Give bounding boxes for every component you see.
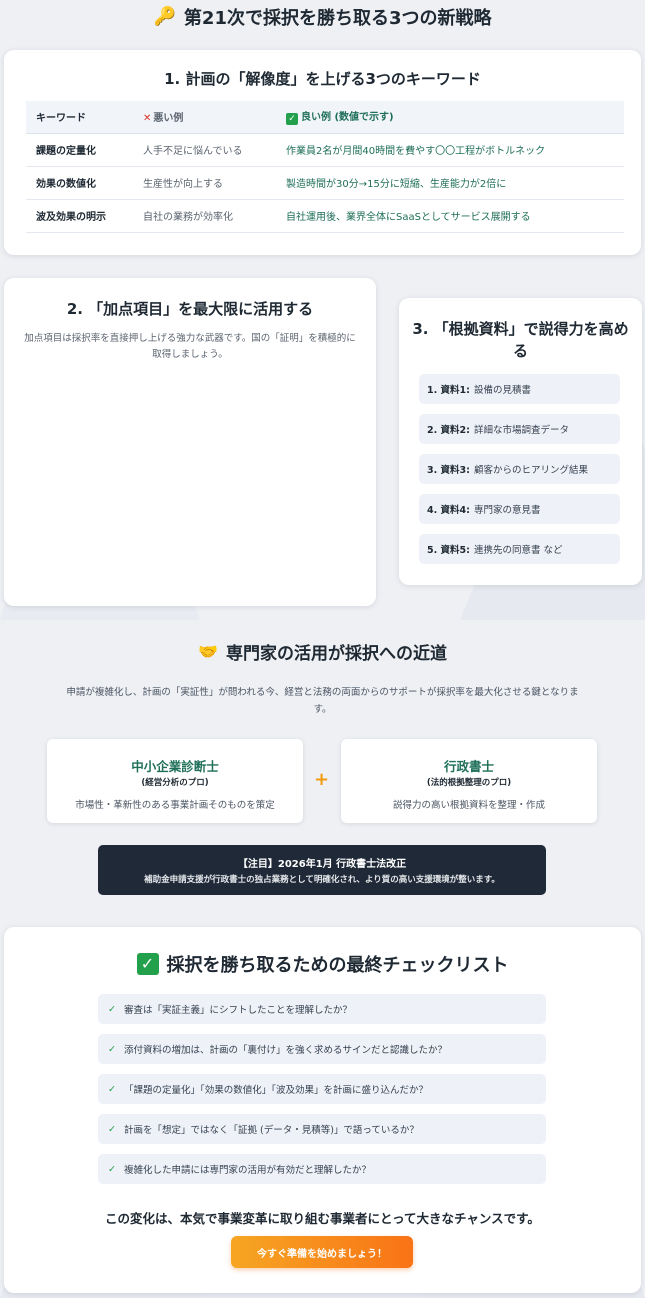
item-text: 顧客からのヒアリング結果 — [473, 465, 588, 476]
checklist-item-text: 複雑化した申請には専門家の活用が有効だと理解したか？ — [123, 1165, 371, 1176]
check-icon: ✓ — [108, 1043, 116, 1055]
checklist-item: ✓ 審査は「実証主義」にシフトしたことを理解したか？ — [98, 994, 546, 1024]
list-item: 2. 資料2: 詳細な市場調査データ — [419, 414, 620, 444]
list-item: 5. 資料5: 連携先の同意書 など — [419, 534, 620, 564]
item-prefix: 5. 資料5: — [427, 545, 470, 556]
table-row: 課題の定量化 人手不足に悩んでいる 作業員2名が月間40時間を費やす〇〇工程がボ… — [26, 133, 624, 167]
item-text: 詳細な市場調査データ — [473, 425, 569, 436]
list-item: 1. 資料1: 設備の見積書 — [419, 374, 620, 404]
expert-card-scrivener: 行政書士 (法的根拠整理のプロ) 説得力の高い根拠資料を整理・作成 — [341, 739, 597, 823]
item-prefix: 4. 資料4: — [427, 505, 470, 516]
keywords-table: キーワード ✕ 悪い例 ✓ 良い例 (数値で示す) 課題の定量化 人手不足に悩んでい… — [26, 101, 624, 233]
checklist-item: ✓ 計画を「想定」ではなく「証拠 (データ・見積等)」で語っているか？ — [98, 1114, 546, 1144]
check-box-icon: ✓ — [136, 953, 159, 975]
checklist-header: ✓ 採択を勝ち取るための最終チェックリスト — [4, 951, 641, 977]
page: 🔑 第21次で採択を勝ち取る3つの新戦略 1. 計画の「解像度」を上げる3つのキ… — [0, 0, 645, 1298]
item-text: 専門家の意見書 — [473, 505, 541, 516]
key-icon: 🔑 — [153, 6, 176, 27]
cell-bad: 自社の業務が効率化 — [133, 199, 278, 233]
item-prefix: 1. 資料1: — [427, 385, 470, 396]
cell-keyword: 課題の定量化 — [26, 133, 133, 167]
check-icon: ✓ — [108, 1123, 116, 1135]
list-item: 4. 資料4: 専門家の意見書 — [419, 494, 620, 524]
expert-desc: 市場性・革新性のある事業計画そのものを策定 — [75, 800, 275, 811]
page-title: 第21次で採択を勝ち取る3つの新戦略 — [183, 8, 492, 29]
checklist-item-text: 計画を「想定」ではなく「証拠 (データ・見積等)」で語っているか？ — [123, 1125, 419, 1136]
expert-name: 行政書士 — [443, 759, 494, 774]
item-text: 連携先の同意書 など — [473, 545, 563, 556]
evidence-card: 3. 「根拠資料」で説得力を高める 1. 資料1: 設備の見積書 2. 資料2: 詳… — [399, 298, 642, 585]
checklist-item: ✓ 添付資料の増加は、計画の「裏付け」を強く求めるサインだと認識したか？ — [98, 1034, 546, 1064]
page-header: 🔑 第21次で採択を勝ち取る3つの新戦略 — [0, 0, 645, 34]
table-row: 波及効果の明示 自社の業務が効率化 自社運用後、業界全体にSaaSとしてサービス… — [26, 199, 624, 233]
header-keyword: キーワード — [26, 101, 133, 134]
table-header-row: キーワード ✕ 悪い例 ✓ 良い例 (数値で示す) — [26, 101, 624, 134]
expert-name: 中小企業診断士 — [131, 759, 219, 774]
checklist-item: ✓ 「課題の定量化」「効果の数値化」「波及効果」を計画に盛り込んだか？ — [98, 1074, 546, 1104]
start-preparing-button[interactable]: 今すぐ準備を始めましょう！ — [231, 1236, 413, 1268]
cell-bad: 人手不足に悩んでいる — [133, 133, 278, 167]
item-text: 設備の見積書 — [473, 385, 531, 396]
handshake-icon: 🤝 — [198, 641, 218, 661]
expert-desc: 説得力の高い根拠資料を整理・作成 — [392, 800, 545, 811]
cell-keyword: 波及効果の明示 — [26, 199, 133, 233]
cell-good: 製造時間が30分→15分に短縮、生産能力が2倍に — [278, 166, 624, 200]
cross-icon: ✕ — [143, 113, 152, 125]
checklist-item: ✓ 複雑化した申請には専門家の活用が有効だと理解したか？ — [98, 1154, 546, 1184]
item-prefix: 3. 資料3: — [427, 465, 470, 476]
keywords-card-title: 1. 計画の「解像度」を上げる3つのキーワード — [164, 70, 481, 88]
evidence-card-title: 3. 「根拠資料」で説得力を高める — [412, 320, 629, 360]
closing-message: この変化は、本気で事業変革に取り組む事業者にとって大きなチャンスです。 — [105, 1211, 540, 1226]
checklist-card: ✓ 採択を勝ち取るための最終チェックリスト ✓ 審査は「実証主義」にシフトしたこと… — [4, 927, 641, 1293]
cell-good: 自社運用後、業界全体にSaaSとしてサービス展開する — [278, 199, 624, 233]
evidence-list: 1. 資料1: 設備の見積書 2. 資料2: 詳細な市場調査データ 3. 資料3: 顧… — [419, 374, 620, 574]
header-bad-label: 悪い例 — [153, 113, 184, 125]
header-good: ✓ 良い例 (数値で示す) — [278, 101, 624, 134]
header-good-label: 良い例 (数値で示す) — [301, 112, 394, 124]
cell-keyword: 効果の数値化 — [26, 166, 133, 200]
notice-title: 【注目】2026年1月 行政書士法改正 — [237, 859, 407, 870]
bonus-bar-chart: 0%10%20%30%40%50%60%70%80%90%100%加点 0個加点… — [4, 278, 376, 606]
bonus-card: 2. 「加点項目」を最大限に活用する 加点項目は採択率を直接押し上げる強力な武器… — [4, 278, 376, 606]
plus-sign: + — [314, 769, 330, 790]
expert-card-consultant: 中小企業診断士 (経営分析のプロ) 市場性・革新性のある事業計画そのものを策定 — [47, 739, 303, 823]
table-row: 効果の数値化 生産性が向上する 製造時間が30分→15分に短縮、生産能力が2倍に — [26, 166, 624, 200]
checklist-item-text: 添付資料の増加は、計画の「裏付け」を強く求めるサインだと認識したか？ — [123, 1045, 447, 1056]
cell-good: 作業員2名が月間40時間を費やす〇〇工程がボトルネック — [278, 133, 624, 167]
notice-desc: 補助金申請支援が行政書士の独占業務として明確化され、より質の高い支援環境が整いま… — [144, 875, 500, 885]
checklist-item-text: 「課題の定量化」「効果の数値化」「波及効果」を計画に盛り込んだか？ — [123, 1085, 428, 1096]
cell-bad: 生産性が向上する — [133, 166, 278, 200]
law-revision-notice: 【注目】2026年1月 行政書士法改正 補助金申請支援が行政書士の独占業務として… — [98, 845, 546, 895]
expert-role: (法的根拠整理のプロ) — [426, 778, 512, 788]
checklist-item-text: 審査は「実証主義」にシフトしたことを理解したか？ — [123, 1005, 352, 1016]
checklist: ✓ 審査は「実証主義」にシフトしたことを理解したか？ ✓ 添付資料の増加は、計画の「… — [98, 994, 546, 1194]
header-bad: ✕ 悪い例 — [133, 101, 278, 134]
check-icon: ✓ — [108, 1003, 116, 1015]
expert-section-lead: 申請が複雑化し、計画の「実証性」が問われる今、経営と法務の両面からのサポートが採… — [66, 687, 579, 715]
checklist-title: 採択を勝ち取るための最終チェックリスト — [166, 955, 509, 976]
item-prefix: 2. 資料2: — [427, 425, 470, 436]
expert-section-header: 🤝 専門家の活用が採択への近道 — [0, 636, 645, 666]
expert-role: (経営分析のプロ) — [141, 778, 209, 788]
check-icon: ✓ — [108, 1083, 116, 1095]
check-icon: ✓ — [108, 1163, 116, 1175]
expert-section-title: 専門家の活用が採択への近道 — [225, 643, 447, 664]
check-box-icon: ✓ — [286, 113, 298, 126]
list-item: 3. 資料3: 顧客からのヒアリング結果 — [419, 454, 620, 484]
keywords-card: 1. 計画の「解像度」を上げる3つのキーワード キーワード ✕ 悪い例 ✓ 良い例 … — [4, 50, 641, 255]
